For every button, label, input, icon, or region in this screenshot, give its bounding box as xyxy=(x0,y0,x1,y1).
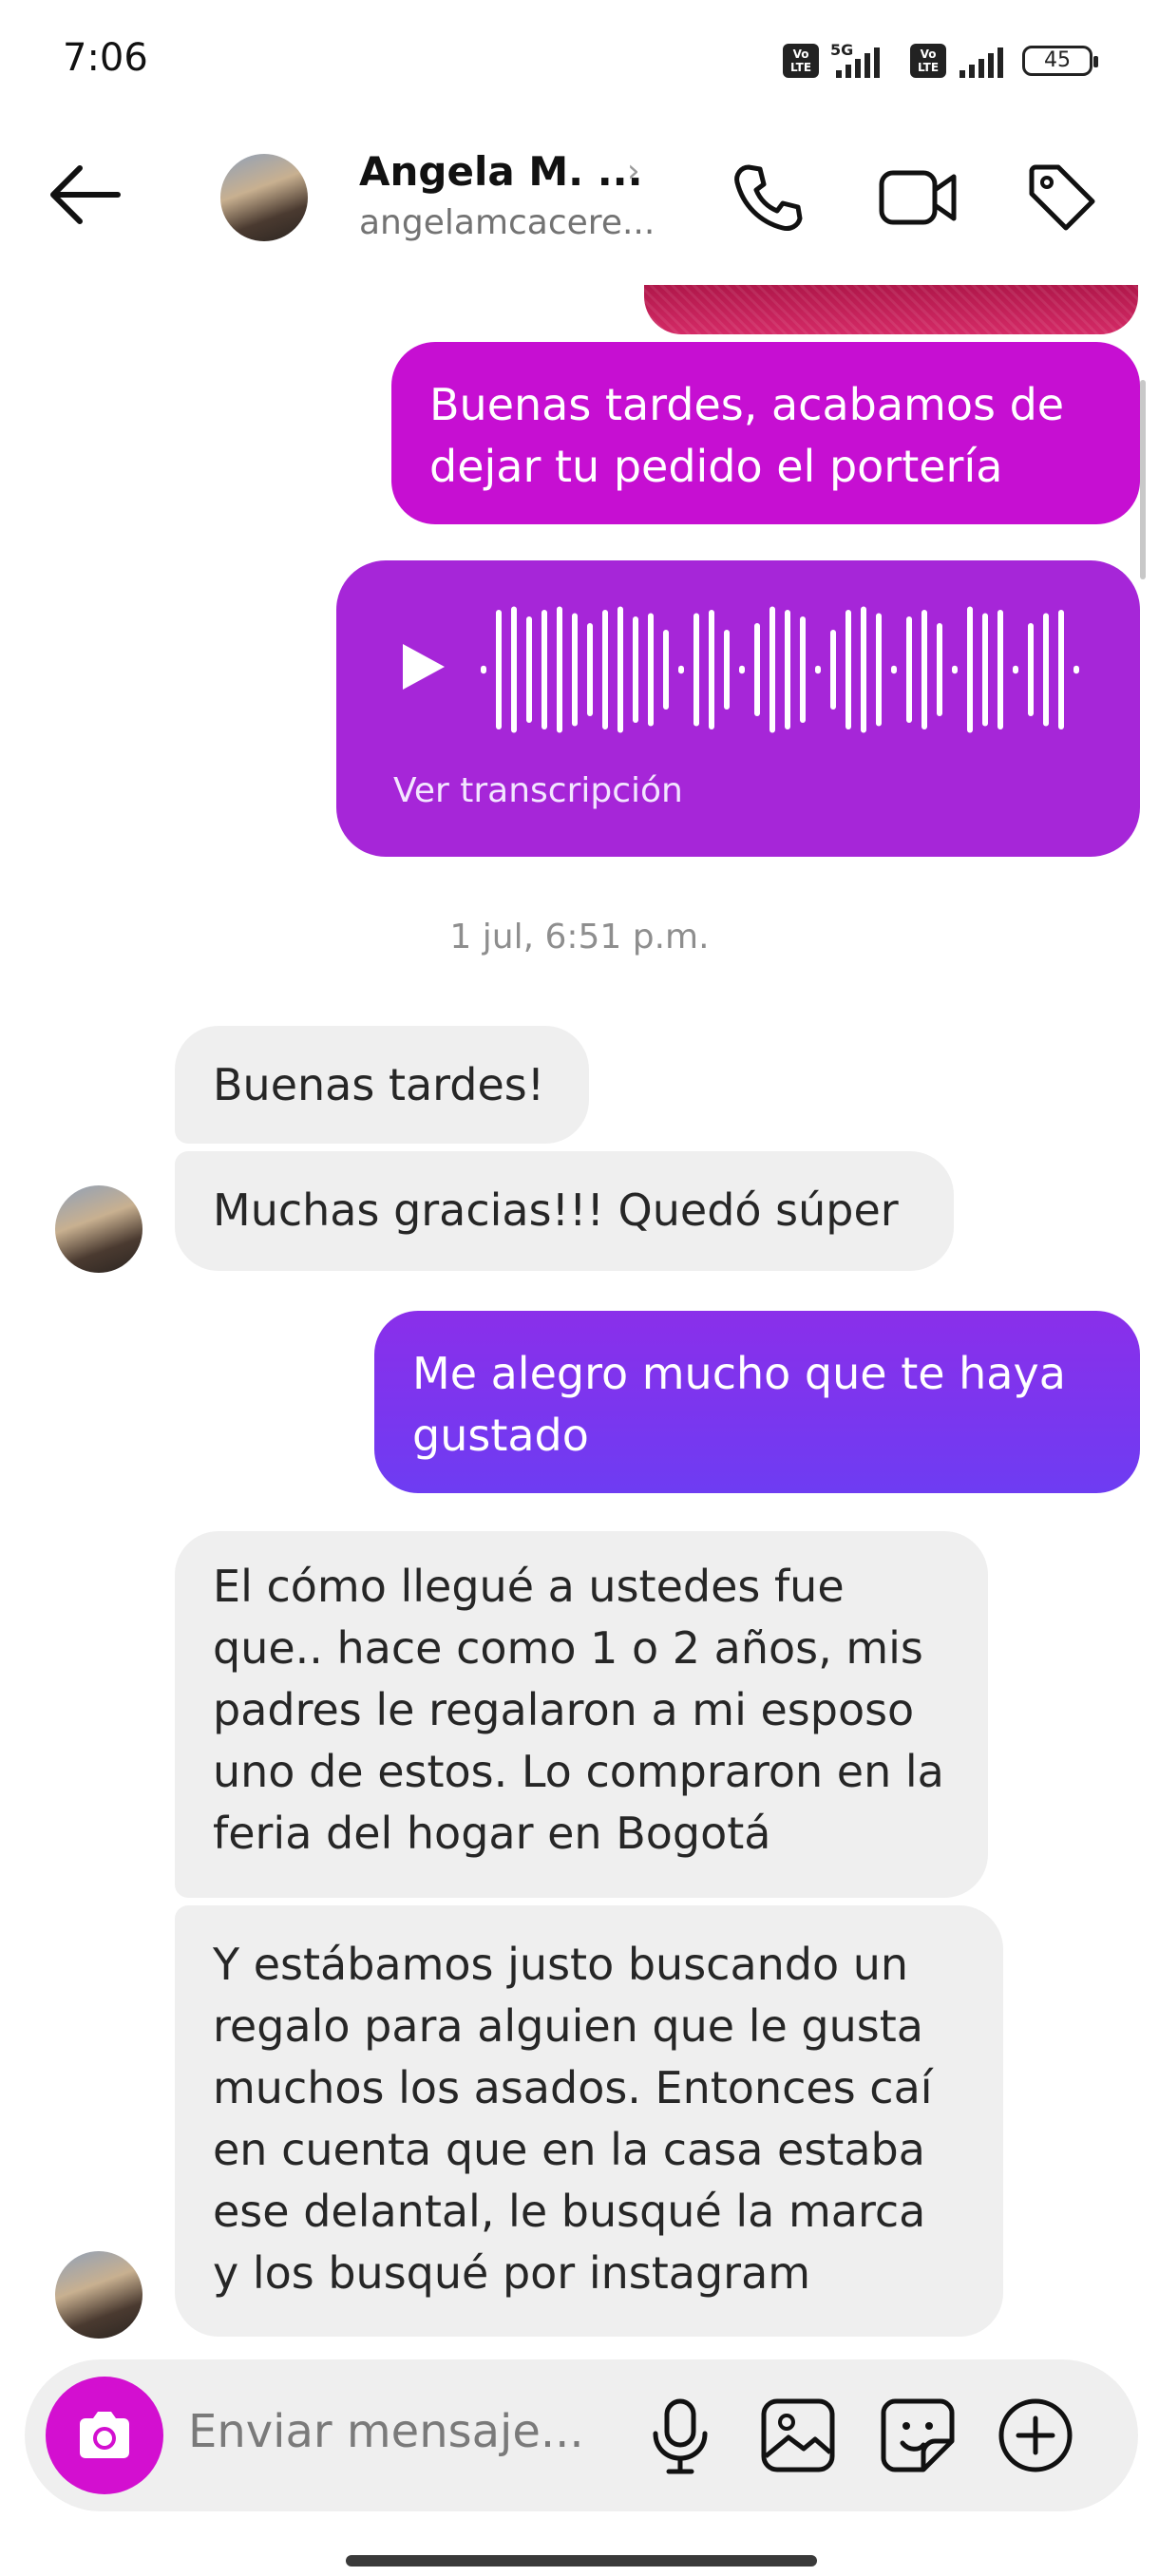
incoming-message[interactable]: Y estábamos justo buscando un regalo par… xyxy=(175,1905,1003,2337)
plus-icon[interactable] xyxy=(994,2394,1077,2477)
waveform-bar xyxy=(754,623,760,716)
signal-icon-2 xyxy=(960,47,1003,78)
shared-image-partial[interactable] xyxy=(644,285,1138,334)
waveform-bar xyxy=(663,630,669,710)
waveform-bar xyxy=(709,610,714,729)
waveform-bar xyxy=(602,610,608,729)
timestamp: 1 jul, 6:51 p.m. xyxy=(449,918,710,957)
waveform-bar xyxy=(861,606,866,733)
network-type-label: 5G xyxy=(830,42,853,59)
audio-waveform[interactable] xyxy=(479,598,1087,741)
waveform-bar xyxy=(587,623,593,716)
waveform-bar xyxy=(481,665,486,674)
waveform-bar xyxy=(830,630,836,710)
waveform-bar xyxy=(694,613,699,727)
waveform-bar xyxy=(496,610,502,729)
microphone-icon[interactable] xyxy=(638,2394,722,2477)
waveform-bar xyxy=(815,665,821,674)
contact-username[interactable]: angelamcacere... xyxy=(359,203,655,242)
sender-avatar[interactable] xyxy=(55,2251,142,2339)
message-text: Buenas tardes! xyxy=(213,1059,545,1110)
back-button[interactable] xyxy=(48,161,124,228)
incoming-message[interactable]: Buenas tardes! xyxy=(175,1026,589,1144)
volte-icon: Vo LTE xyxy=(783,44,819,78)
waveform-bar xyxy=(572,613,578,727)
video-call-button[interactable] xyxy=(876,160,957,236)
video-call-icon xyxy=(879,170,957,225)
waveform-bar xyxy=(648,613,654,727)
volte-icon-2: Vo LTE xyxy=(910,44,946,78)
phone-icon xyxy=(734,164,803,231)
waveform-bar xyxy=(785,610,790,729)
waveform-bar xyxy=(1043,613,1049,727)
waveform-bar xyxy=(922,610,927,729)
status-icons: Vo LTE 5G Vo LTE 45 xyxy=(783,42,1098,80)
waveform-bar xyxy=(1074,665,1079,674)
status-time: 7:06 xyxy=(63,36,148,80)
gallery-icon[interactable] xyxy=(756,2394,840,2477)
waveform-bar xyxy=(891,665,897,674)
message-text: El cómo llegué a ustedes fue que.. hace … xyxy=(213,1561,944,1859)
waveform-bar xyxy=(998,610,1003,729)
waveform-bar xyxy=(800,616,806,723)
tag-button[interactable] xyxy=(1024,160,1100,236)
outgoing-message[interactable]: Buenas tardes, acabamos de dejar tu pedi… xyxy=(391,342,1140,524)
waveform-bar xyxy=(906,616,912,723)
waveform-bar xyxy=(678,665,684,674)
message-text: Buenas tardes, acabamos de dejar tu pedi… xyxy=(429,379,1065,492)
incoming-message[interactable]: El cómo llegué a ustedes fue que.. hace … xyxy=(175,1531,988,1898)
waveform-bar xyxy=(526,616,532,723)
waveform-bar xyxy=(937,623,942,716)
waveform-bar xyxy=(724,630,730,710)
sender-avatar[interactable] xyxy=(55,1185,142,1273)
waveform-bar xyxy=(846,610,851,729)
outgoing-message[interactable]: Me alegro mucho que te haya gustado xyxy=(374,1311,1140,1493)
sticker-icon[interactable] xyxy=(876,2394,960,2477)
chevron-right-icon[interactable]: › xyxy=(627,152,640,190)
waveform-bar xyxy=(1028,623,1034,716)
header-avatar[interactable] xyxy=(220,154,308,241)
message-text: Me alegro mucho que te haya gustado xyxy=(412,1348,1066,1461)
message-composer: Enviar mensaje... xyxy=(25,2359,1138,2511)
battery-icon: 45 xyxy=(1022,46,1098,76)
message-input[interactable]: Enviar mensaje... xyxy=(188,2405,584,2458)
camera-button[interactable] xyxy=(46,2377,163,2494)
scrollbar[interactable] xyxy=(1140,380,1146,579)
message-text: Muchas gracias!!! Quedó súper xyxy=(213,1184,899,1236)
waveform-bar xyxy=(739,665,745,674)
signal-icon: 5G xyxy=(830,42,880,78)
play-icon[interactable] xyxy=(393,638,450,695)
waveform-bar xyxy=(1013,665,1018,674)
waveform-bar xyxy=(542,610,547,729)
audio-call-button[interactable] xyxy=(730,160,806,236)
waveform-bar xyxy=(633,616,638,723)
home-indicator[interactable] xyxy=(346,2555,817,2567)
waveform-bar xyxy=(876,613,882,727)
back-arrow-icon xyxy=(50,165,121,224)
waveform-bar xyxy=(982,613,988,727)
contact-name[interactable]: Angela M. ... xyxy=(359,148,643,195)
incoming-message[interactable]: Muchas gracias!!! Quedó súper xyxy=(175,1151,954,1271)
voice-message[interactable]: Ver transcripción xyxy=(336,560,1140,857)
waveform-bar xyxy=(967,606,973,733)
waveform-bar xyxy=(1058,610,1064,729)
waveform-bar xyxy=(618,606,623,733)
waveform-bar xyxy=(770,606,775,733)
tag-icon xyxy=(1029,164,1095,231)
camera-icon xyxy=(80,2412,129,2458)
view-transcript-link[interactable]: Ver transcripción xyxy=(393,771,683,810)
waveform-bar xyxy=(557,606,562,733)
message-text: Y estábamos justo buscando un regalo par… xyxy=(213,1939,933,2299)
waveform-bar xyxy=(511,606,517,733)
waveform-bar xyxy=(952,665,958,674)
